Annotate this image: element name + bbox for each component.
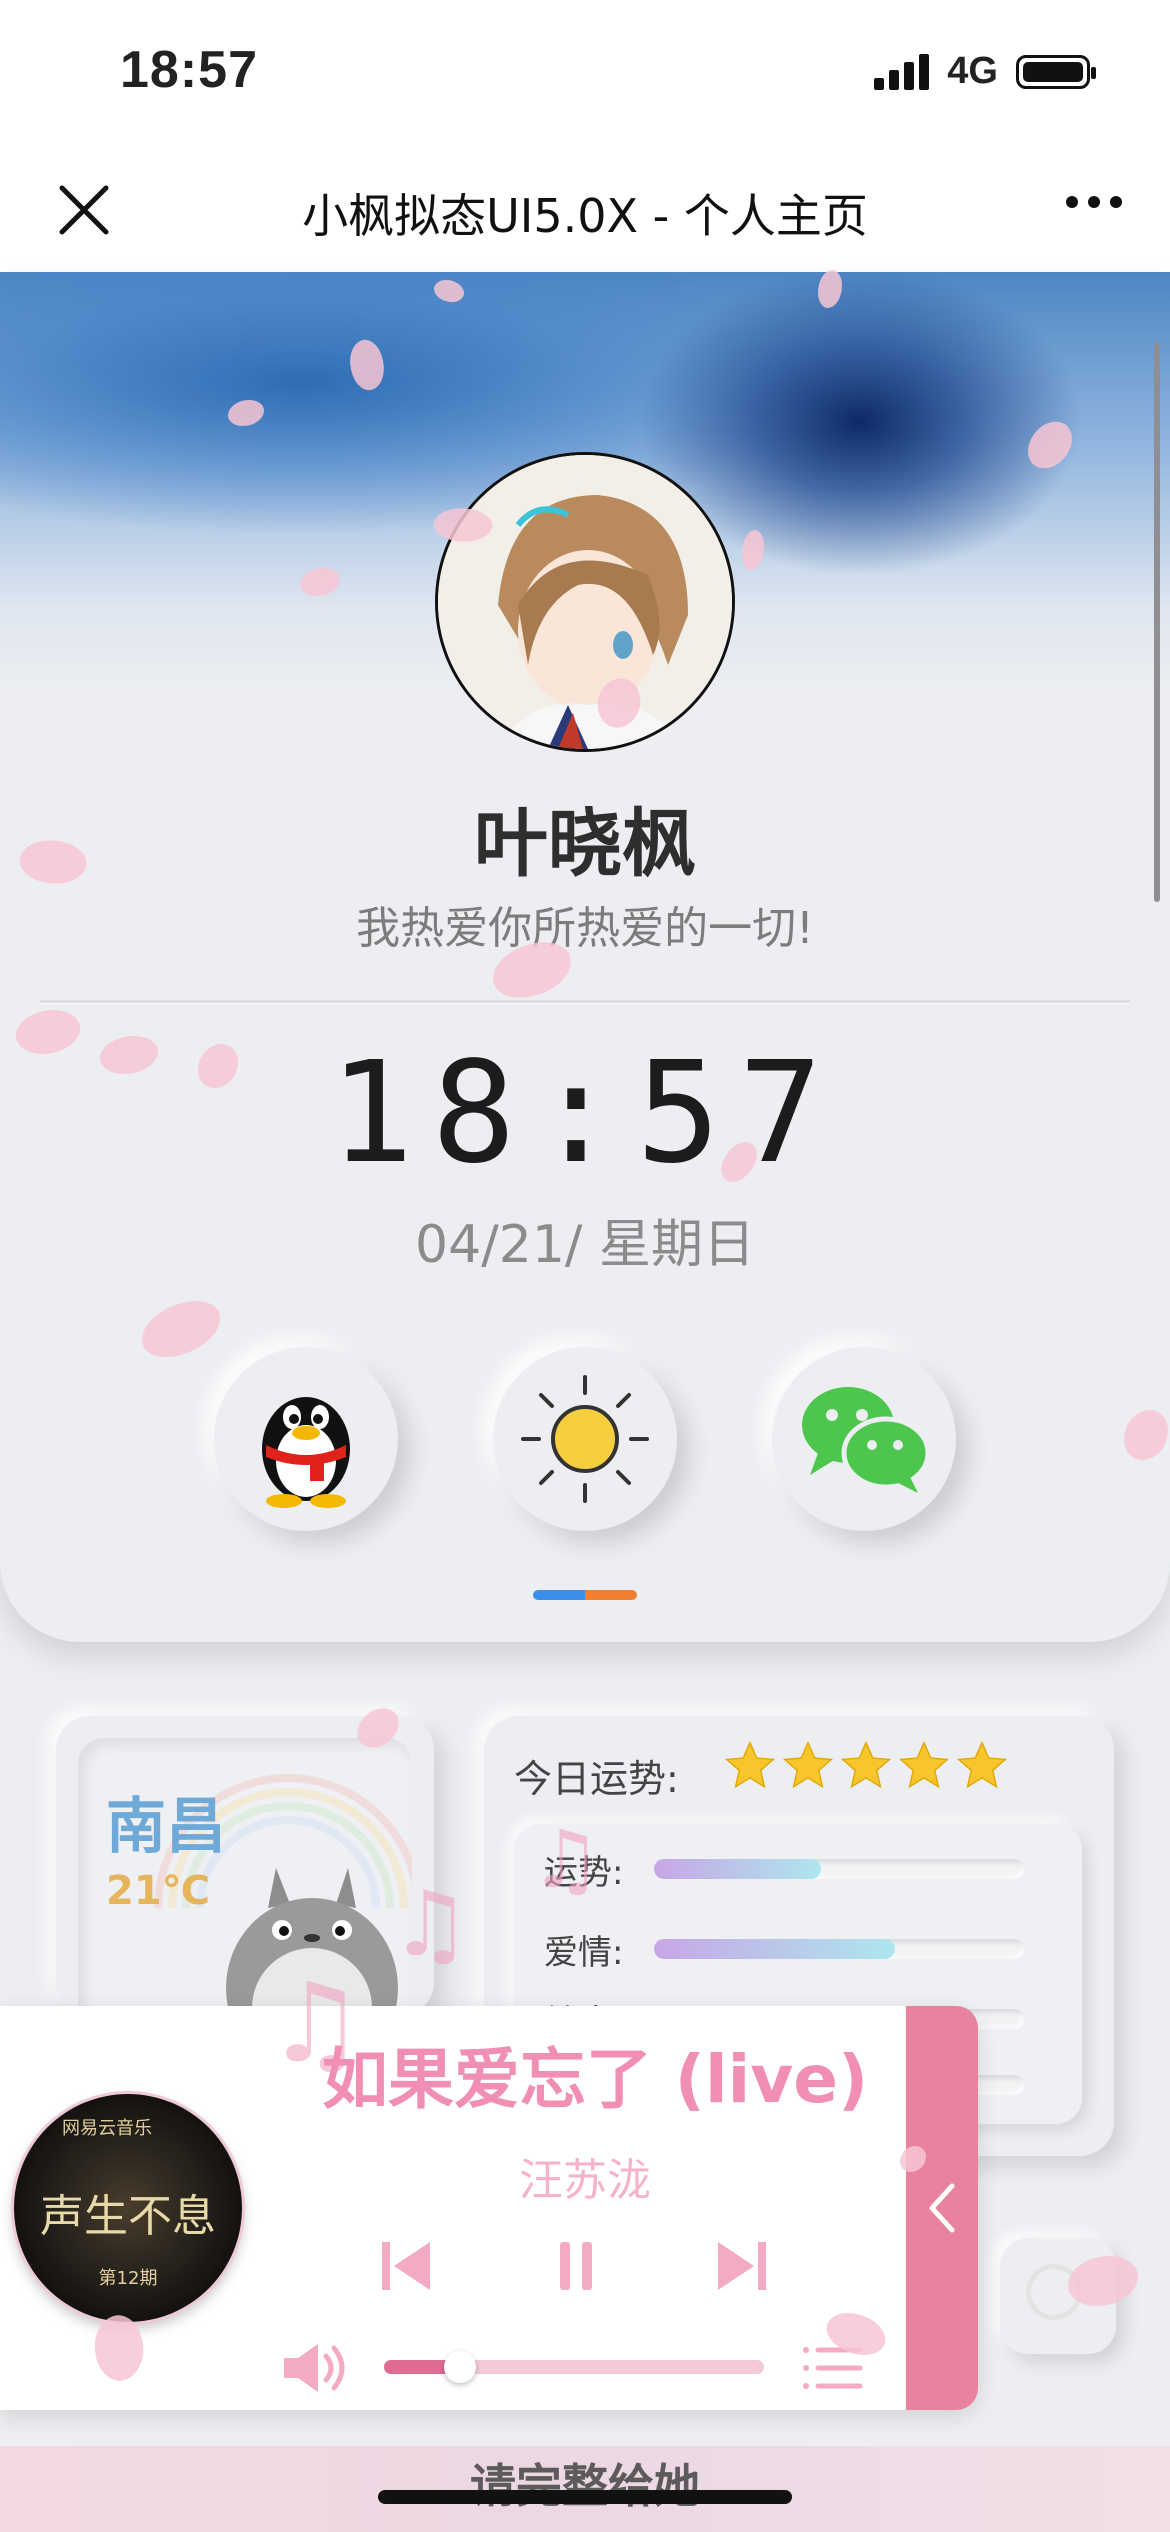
fortune-label: 爱情: xyxy=(544,1932,624,1973)
page-indicator xyxy=(533,1590,637,1600)
fortune-title: 今日运势: xyxy=(514,1757,679,1801)
avatar[interactable] xyxy=(435,452,735,752)
page-title: 小枫拟态UI5.0X - 个人主页 xyxy=(302,189,868,243)
bottom-banner-text: 请完整给她 xyxy=(470,2459,700,2513)
fortune-row-love: 爱情: xyxy=(544,1924,1064,1974)
app-shortcuts xyxy=(0,1347,1170,1547)
next-button[interactable] xyxy=(702,2226,782,2306)
fortune-bar-fill xyxy=(654,1939,895,1959)
battery-icon xyxy=(1016,54,1096,89)
city-name: 南昌 xyxy=(106,1792,226,1862)
next-icon xyxy=(718,2242,766,2290)
pause-button[interactable] xyxy=(536,2226,616,2306)
weather-button[interactable] xyxy=(493,1347,677,1531)
motto: 我热爱你所热爱的一切! xyxy=(356,903,814,954)
profile-card: 叶晓枫 我热爱你所热爱的一切! 18:57 04/21/ 星期日 xyxy=(0,272,1170,1642)
date-display: 04/21/ 星期日 xyxy=(415,1215,755,1275)
more-icon[interactable] xyxy=(1066,196,1122,208)
progress-bar[interactable] xyxy=(384,2351,764,2383)
wechat-button[interactable] xyxy=(772,1347,956,1531)
previous-icon xyxy=(382,2242,430,2290)
music-note-icon: ♫ xyxy=(530,1813,602,1906)
album-label: 网易云音乐 xyxy=(62,2118,152,2139)
status-bar: 18:57 4G xyxy=(0,0,1170,150)
previous-button[interactable] xyxy=(366,2226,446,2306)
signal-icon xyxy=(874,53,930,90)
divider xyxy=(40,1000,1130,1003)
home-indicator[interactable] xyxy=(378,2490,792,2504)
fortune-bar-fill xyxy=(654,1859,821,1879)
artist-name: 汪苏泷 xyxy=(519,2155,651,2206)
album-episode: 第12期 xyxy=(98,2268,158,2289)
chevron-left-icon xyxy=(929,2183,955,2233)
album-title: 声生不息 xyxy=(40,2191,216,2242)
bottom-banner[interactable]: 请完整给她 xyxy=(0,2446,1170,2532)
album-disc[interactable]: 网易云音乐 声生不息 第12期 xyxy=(14,2094,242,2322)
clock-display: 18:57 xyxy=(329,1032,841,1195)
star-icon xyxy=(956,1740,1008,1789)
progress-knob[interactable] xyxy=(444,2351,476,2383)
qq-button[interactable] xyxy=(214,1347,398,1531)
nav-bar: 小枫拟态UI5.0X - 个人主页 xyxy=(0,150,1170,273)
pause-icon xyxy=(560,2242,592,2290)
temperature: 21℃ xyxy=(106,1868,211,1914)
status-time: 18:57 xyxy=(120,41,258,99)
network-type: 4G xyxy=(947,50,998,92)
star-icon xyxy=(724,1740,776,1789)
fortune-bar xyxy=(654,1939,1024,1959)
status-indicators: 4G xyxy=(874,50,1096,93)
music-note-icon: ♫ xyxy=(390,1872,471,1977)
song-title: 如果爱忘了 (live) xyxy=(321,2041,869,2118)
wechat-icon xyxy=(802,1387,931,1493)
fortune-bar xyxy=(654,1859,1024,1879)
page-dot-1[interactable] xyxy=(533,1590,585,1600)
volume-icon[interactable] xyxy=(280,2338,350,2398)
username: 叶晓枫 xyxy=(474,801,696,887)
fortune-row-luck: 运势: xyxy=(544,1844,1064,1894)
star-icon xyxy=(898,1740,950,1789)
star-icon xyxy=(782,1740,834,1789)
star-icon xyxy=(840,1740,892,1789)
weather-card[interactable]: 南昌 21℃ xyxy=(56,1716,434,2038)
sun-icon xyxy=(521,1375,649,1503)
page-dot-2[interactable] xyxy=(585,1590,637,1600)
qq-penguin-icon xyxy=(262,1397,350,1508)
fortune-stars xyxy=(722,1738,1010,1794)
